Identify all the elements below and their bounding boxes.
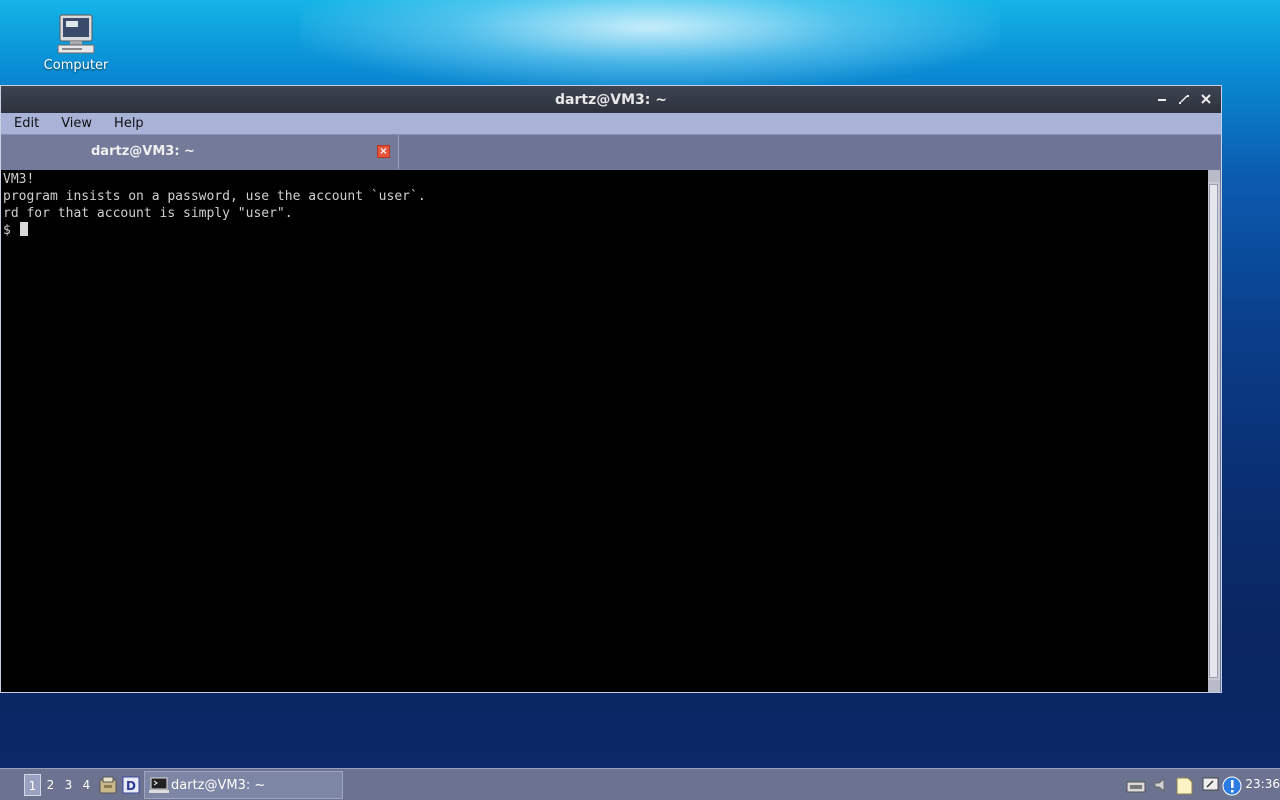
menu-edit[interactable]: Edit — [1, 116, 48, 131]
document-viewer-icon[interactable]: D — [121, 775, 141, 795]
workspace-1[interactable]: 1 — [24, 774, 41, 796]
workspace-4[interactable]: 4 — [78, 774, 95, 796]
terminal-scrollbar[interactable] — [1208, 170, 1220, 692]
workspace-2[interactable]: 2 — [42, 774, 59, 796]
menu-view[interactable]: View — [48, 116, 101, 131]
tab-terminal[interactable]: dartz@VM3: ~ × — [1, 135, 399, 169]
maximize-icon — [1179, 95, 1189, 104]
computer-icon — [57, 14, 95, 54]
terminal-line: rd for that account is simply "user". — [3, 206, 293, 221]
desktop-icon-label: Computer — [43, 58, 109, 73]
taskbar: 1 2 3 4 D dartz@VM3: ~ 23:36 — [0, 768, 1280, 800]
menu-bar: Edit View Help — [1, 113, 1221, 135]
svg-text:D: D — [126, 779, 136, 793]
minimize-icon — [1158, 99, 1166, 101]
desktop-icon-computer[interactable]: Computer — [36, 12, 116, 73]
terminal-icon — [149, 777, 169, 793]
taskbar-task-label: dartz@VM3: ~ — [171, 778, 266, 793]
file-manager-icon[interactable] — [98, 775, 118, 795]
window-controls — [1153, 90, 1215, 108]
tab-bar: dartz@VM3: ~ × — [1, 135, 1221, 169]
window-title: dartz@VM3: ~ — [555, 91, 667, 108]
close-icon — [1201, 94, 1211, 104]
desktop-wallpaper-glow — [300, 0, 1000, 90]
terminal-prompt-line: $ — [3, 222, 1208, 239]
volume-icon[interactable] — [1152, 776, 1172, 794]
maximize-button[interactable] — [1175, 90, 1193, 108]
minimize-button[interactable] — [1153, 90, 1171, 108]
chat-icon[interactable] — [1201, 776, 1221, 794]
update-alert-icon[interactable] — [1222, 776, 1242, 796]
notes-icon[interactable] — [1174, 776, 1194, 795]
window-titlebar[interactable]: dartz@VM3: ~ — [1, 86, 1221, 113]
scroll-down-arrow[interactable] — [1208, 680, 1220, 692]
menu-help[interactable]: Help — [101, 116, 153, 131]
scrollbar-thumb[interactable] — [1209, 184, 1218, 678]
clock[interactable]: 23:36 — [1245, 777, 1280, 791]
tab-close-icon[interactable]: × — [377, 145, 390, 158]
close-button[interactable] — [1197, 90, 1215, 108]
network-icon[interactable] — [1126, 776, 1146, 794]
terminal-line: VM3! — [3, 172, 35, 187]
terminal-window: dartz@VM3: ~ Edit View Help dartz@VM3: ~… — [0, 85, 1222, 693]
terminal-cursor — [19, 222, 28, 236]
terminal-line: program insists on a password, use the a… — [3, 189, 426, 204]
taskbar-task-terminal[interactable]: dartz@VM3: ~ — [144, 771, 343, 799]
scroll-up-arrow[interactable] — [1208, 170, 1220, 182]
terminal-output[interactable]: VM3! program insists on a password, use t… — [1, 170, 1208, 692]
workspace-3[interactable]: 3 — [60, 774, 77, 796]
tab-label: dartz@VM3: ~ — [91, 144, 195, 159]
terminal-prompt: $ — [3, 223, 19, 238]
